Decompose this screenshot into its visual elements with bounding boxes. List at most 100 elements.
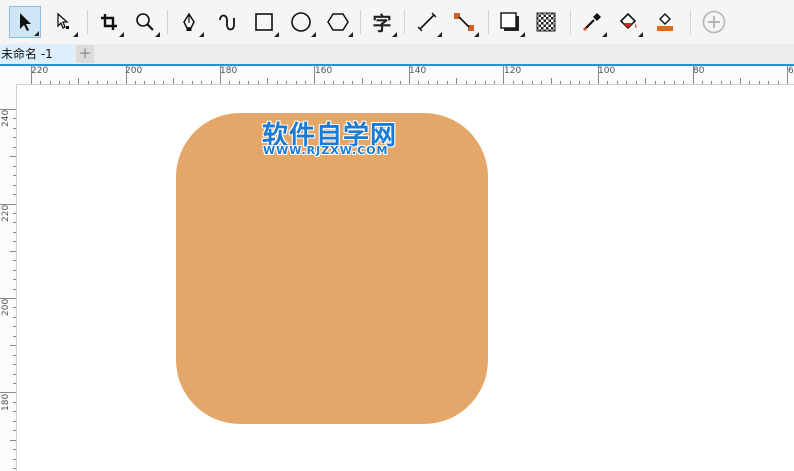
- ruler-tick: [88, 81, 89, 84]
- ruler-tick: [211, 81, 212, 84]
- ruler-tick: [541, 81, 542, 84]
- transparency-tool-button[interactable]: [530, 6, 562, 38]
- document-tab[interactable]: 未命名 -1: [0, 44, 74, 64]
- connector-tool-button[interactable]: [448, 6, 480, 38]
- eyedropper-tool-button[interactable]: [576, 6, 608, 38]
- magnifier-icon: [136, 13, 154, 31]
- ruler-label: 180: [1, 393, 11, 411]
- ruler-label: 6: [788, 66, 794, 76]
- ruler-tick: [428, 81, 429, 84]
- ruler-label: 220: [1, 204, 11, 222]
- ruler-tick: [324, 81, 325, 84]
- ruler-tick: [13, 147, 16, 148]
- ruler-tick: [787, 66, 788, 84]
- shape-tool-button[interactable]: [47, 6, 79, 38]
- ruler-tick: [607, 81, 608, 84]
- ruler-tick: [352, 81, 353, 84]
- ruler-label: 160: [315, 66, 333, 76]
- ruler-tick: [400, 81, 401, 84]
- ruler-tick: [13, 374, 16, 375]
- zoom-tool-button[interactable]: [129, 6, 161, 38]
- plus-icon: +: [78, 44, 92, 62]
- ruler-tick: [13, 128, 16, 129]
- horizontal-ruler[interactable]: 220 200 180 160 140 120 100 80 6: [0, 66, 794, 85]
- ruler-tick: [192, 81, 193, 84]
- ruler-tick: [13, 317, 16, 318]
- ruler-tick: [154, 81, 155, 84]
- ruler-tick: [201, 81, 202, 84]
- drop-shadow-tool-button[interactable]: [494, 6, 526, 38]
- ruler-tick: [664, 81, 665, 84]
- ruler-tick: [333, 81, 334, 84]
- ruler-tick: [13, 137, 16, 138]
- ruler-tick: [286, 81, 287, 84]
- ruler-tick: [655, 81, 656, 84]
- ruler-tick: [381, 81, 382, 84]
- ruler-label: 240: [1, 109, 11, 127]
- ruler-label: 140: [409, 66, 427, 76]
- interactive-fill-tool-button[interactable]: [612, 6, 644, 38]
- ruler-label: 220: [31, 66, 49, 76]
- ruler-tick: [475, 81, 476, 84]
- ruler-tick: [0, 298, 16, 299]
- ellipse-tool-button[interactable]: [285, 6, 317, 38]
- ruler-tick: [173, 78, 174, 84]
- ruler-tick: [617, 81, 618, 84]
- ruler-tick: [13, 175, 16, 176]
- add-tool-button[interactable]: [698, 6, 730, 38]
- ruler-tick: [116, 81, 117, 84]
- curve-tool-button[interactable]: [211, 6, 243, 38]
- ruler-tick: [570, 81, 571, 84]
- ruler-tick: [13, 194, 16, 195]
- ruler-tick: [13, 355, 16, 356]
- ruler-tick: [532, 81, 533, 84]
- ruler-tick: [13, 166, 16, 167]
- ruler-tick: [182, 81, 183, 84]
- vertical-ruler[interactable]: 240 220 200 180: [0, 84, 17, 471]
- smart-fill-tool-button[interactable]: [649, 6, 681, 38]
- text-tool-button[interactable]: 字: [366, 6, 398, 38]
- ruler-tick: [277, 81, 278, 84]
- ruler-tick: [579, 81, 580, 84]
- curve-icon: [219, 14, 235, 31]
- fill-bucket-icon: [619, 12, 637, 30]
- ruler-tick: [144, 81, 145, 84]
- ruler-tick: [683, 81, 684, 84]
- ruler-tick: [10, 156, 16, 157]
- rounded-rectangle-shape[interactable]: [176, 113, 488, 424]
- ruler-tick: [13, 411, 16, 412]
- ruler-tick: [0, 109, 16, 110]
- node-edit-icon: [57, 12, 69, 29]
- ruler-tick: [390, 81, 391, 84]
- crop-tool-button[interactable]: [93, 6, 125, 38]
- ruler-tick: [485, 81, 486, 84]
- ruler-tick: [513, 81, 514, 84]
- ruler-tick: [778, 81, 779, 84]
- ruler-tick: [437, 81, 438, 84]
- rectangle-tool-button[interactable]: [248, 6, 280, 38]
- ruler-tick: [248, 81, 249, 84]
- ruler-tick: [13, 118, 16, 119]
- ruler-tick: [10, 440, 16, 441]
- pick-tool-button[interactable]: [9, 6, 41, 38]
- ruler-tick: [13, 307, 16, 308]
- ruler-label: 80: [693, 66, 705, 76]
- ruler-tick: [13, 222, 16, 223]
- ruler-tick: [13, 260, 16, 261]
- ruler-tick: [10, 345, 16, 346]
- ruler-tick: [711, 81, 712, 84]
- ruler-tick: [645, 78, 646, 84]
- pen-tool-button[interactable]: [173, 6, 205, 38]
- ruler-tick: [768, 81, 769, 84]
- ruler-tick: [13, 270, 16, 271]
- ruler-tick: [0, 392, 16, 393]
- ruler-tick: [13, 336, 16, 337]
- checker-transparency-icon: [536, 12, 556, 32]
- add-document-button[interactable]: +: [76, 45, 94, 63]
- text-icon: 字: [372, 12, 392, 35]
- polygon-tool-button[interactable]: [322, 6, 354, 38]
- ruler-tick: [135, 81, 136, 84]
- ruler-tick: [13, 213, 16, 214]
- dimension-tool-button[interactable]: [411, 6, 443, 38]
- drawing-canvas[interactable]: 软件自学网 WWW.RJZXW.COM: [17, 85, 794, 471]
